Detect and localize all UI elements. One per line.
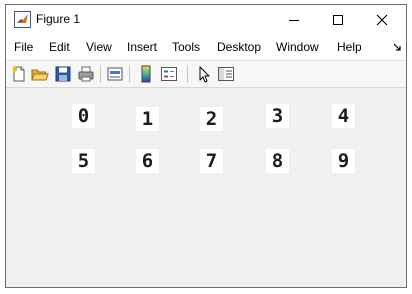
menu-file[interactable]: File <box>14 40 33 54</box>
new-file-icon[interactable] <box>10 65 28 83</box>
property-inspector-icon[interactable] <box>217 65 235 83</box>
digit-image: 7 <box>200 149 223 173</box>
menu-tools[interactable]: Tools <box>172 40 200 54</box>
link-plot-icon[interactable] <box>106 65 124 83</box>
menu-window[interactable]: Window <box>276 40 319 54</box>
toolbar-separator <box>187 65 188 83</box>
menu-insert[interactable]: Insert <box>127 40 157 54</box>
open-folder-icon[interactable] <box>31 65 49 83</box>
save-icon[interactable] <box>54 65 72 83</box>
digit-image: 6 <box>136 149 159 173</box>
digit-image: 1 <box>136 107 159 131</box>
menu-view[interactable]: View <box>86 40 112 54</box>
toolbar-separator <box>100 65 101 83</box>
digit-image: 9 <box>332 149 355 173</box>
menu-desktop[interactable]: Desktop <box>217 40 261 54</box>
close-icon <box>376 14 388 26</box>
digit-image: 8 <box>266 149 289 173</box>
colorbar-icon[interactable] <box>137 65 155 83</box>
figure-window: Figure 1 File Edit View Insert Tools Des… <box>5 4 407 288</box>
digit-image: 2 <box>200 107 223 131</box>
maximize-icon <box>333 15 343 25</box>
minimize-icon <box>289 20 299 21</box>
menu-help[interactable]: Help <box>337 40 362 54</box>
digit-image: 0 <box>72 104 95 128</box>
matlab-icon <box>14 11 31 28</box>
dock-arrow-icon[interactable] <box>392 42 402 52</box>
toolbar-separator <box>129 65 130 83</box>
toolbar <box>6 60 406 88</box>
window-title: Figure 1 <box>36 12 81 26</box>
title-bar[interactable]: Figure 1 <box>6 5 406 35</box>
pointer-icon[interactable] <box>195 65 213 83</box>
minimize-button[interactable] <box>272 5 316 35</box>
maximize-button[interactable] <box>316 5 360 35</box>
figure-canvas[interactable]: 0 1 2 3 4 5 6 7 8 9 <box>6 88 406 287</box>
menu-bar: File Edit View Insert Tools Desktop Wind… <box>6 35 406 59</box>
print-icon[interactable] <box>77 65 95 83</box>
menu-edit[interactable]: Edit <box>49 40 70 54</box>
digit-image: 4 <box>332 104 355 128</box>
digit-image: 3 <box>266 104 289 128</box>
close-button[interactable] <box>360 5 404 35</box>
legend-icon[interactable] <box>160 65 178 83</box>
digit-image: 5 <box>72 149 95 173</box>
